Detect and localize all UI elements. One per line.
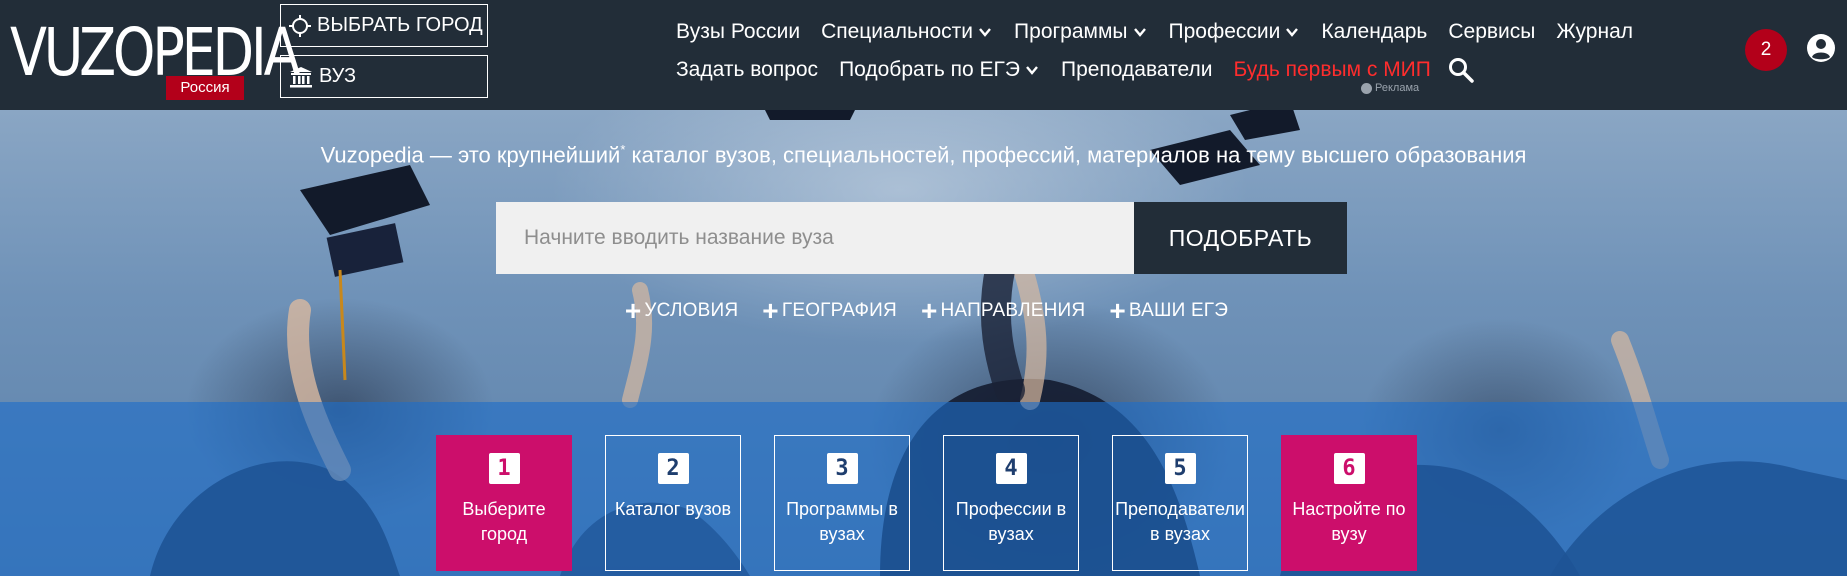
notification-badge[interactable]: 2: [1745, 29, 1787, 71]
plus-icon: +: [1109, 295, 1126, 326]
logo-text: VUZOPEDIA: [10, 14, 301, 91]
nav-ask-question[interactable]: Задать вопрос: [676, 58, 818, 82]
nav-label: Будь первым с МИП: [1233, 58, 1431, 81]
step-card-professions[interactable]: 4 Профессии в вузах: [943, 435, 1079, 571]
filter-geography[interactable]: + ГЕОГРАФИЯ: [762, 295, 897, 326]
site-header: VUZOPEDIA Россия ВЫБРАТЬ ГОРОД ВУЗ Вузы …: [0, 0, 1847, 110]
nav-universities[interactable]: Вузы России: [676, 20, 800, 44]
nav-services[interactable]: Сервисы: [1448, 20, 1535, 44]
filter-label: ГЕОГРАФИЯ: [781, 300, 897, 321]
step-card-teachers[interactable]: 5 Преподаватели в вузах: [1112, 435, 1248, 571]
ad-label-text: Реклама: [1375, 82, 1420, 94]
select-vuz-button[interactable]: ВУЗ: [280, 55, 488, 98]
nav-label: Преподаватели: [1060, 58, 1213, 81]
plus-icon: +: [762, 295, 779, 326]
hero-tagline: Vuzopedia — это крупнейший* каталог вузо…: [0, 142, 1847, 168]
crosshair-icon: [289, 14, 311, 37]
step-card-configure[interactable]: 6 Настройте по вузу: [1281, 435, 1417, 571]
tagline-main: Vuzopedia — это крупнейший: [320, 142, 621, 168]
nav-label: Программы: [1014, 20, 1128, 43]
chevron-down-icon: [979, 28, 991, 37]
filter-directions[interactable]: + НАПРАВЛЕНИЯ: [920, 295, 1086, 326]
step-label: Преподаватели в вузах: [1115, 499, 1245, 544]
select-vuz-label: ВУЗ: [319, 65, 357, 87]
nav-label: Задать вопрос: [676, 58, 819, 81]
nav-label: Специальности: [821, 20, 974, 43]
main-nav-row-1: Вузы России Специальности Программы Проф…: [676, 20, 1633, 44]
university-icon: [290, 66, 312, 87]
nav-calendar[interactable]: Календарь: [1321, 20, 1427, 44]
chevron-down-icon: [1286, 28, 1299, 37]
nav-label: Сервисы: [1448, 20, 1536, 43]
step-card-programs[interactable]: 3 Программы в вузах: [774, 435, 910, 571]
main-nav-row-2: Задать вопрос Подобрать по ЕГЭ Преподава…: [676, 58, 1431, 82]
logo-country-badge: Россия: [166, 76, 244, 100]
chevron-down-icon: [1026, 66, 1038, 75]
step-label: Каталог вузов: [614, 499, 732, 519]
step-number: 6: [1333, 453, 1365, 484]
nav-label: Профессии: [1168, 20, 1281, 43]
select-city-button[interactable]: ВЫБРАТЬ ГОРОД: [280, 4, 488, 47]
step-number: 3: [826, 453, 858, 484]
step-number: 4: [995, 453, 1027, 484]
chevron-down-icon: [1133, 28, 1146, 37]
search-filters: + УСЛОВИЯ + ГЕОГРАФИЯ + НАПРАВЛЕНИЯ + ВАШИ Е…: [0, 295, 1847, 326]
info-icon: [1361, 82, 1372, 94]
nav-label: Журнал: [1556, 20, 1634, 43]
tagline-rest: каталог вузов, специальностей, профессий…: [625, 142, 1527, 168]
nav-professions[interactable]: Профессии: [1169, 20, 1301, 44]
step-number: 2: [657, 453, 689, 484]
step-number: 1: [488, 453, 520, 484]
step-number: 5: [1164, 453, 1196, 484]
nav-teachers[interactable]: Преподаватели: [1061, 58, 1212, 82]
select-city-label: ВЫБРАТЬ ГОРОД: [317, 14, 483, 36]
nav-label: Подобрать по ЕГЭ: [839, 58, 1020, 81]
university-search-input[interactable]: [496, 202, 1136, 274]
plus-icon: +: [920, 295, 938, 326]
step-label: Программы в вузах: [786, 499, 898, 544]
filter-conditions[interactable]: + УСЛОВИЯ: [624, 295, 739, 326]
step-card-select-city[interactable]: 1 Выберите город: [436, 435, 572, 571]
nav-programs[interactable]: Программы: [1014, 20, 1147, 44]
filter-label: НАПРАВЛЕНИЯ: [940, 300, 1086, 321]
step-label: Профессии в вузах: [955, 499, 1067, 544]
search-submit-button[interactable]: ПОДОБРАТЬ: [1134, 202, 1347, 274]
filter-label: ВАШИ ЕГЭ: [1128, 300, 1229, 321]
user-icon[interactable]: [1806, 33, 1836, 63]
step-label: Настройте по вузу: [1292, 499, 1406, 544]
nav-specialties[interactable]: Специальности: [821, 20, 993, 44]
hero-section: Vuzopedia — это крупнейший* каталог вузо…: [0, 110, 1847, 576]
filter-ege[interactable]: + ВАШИ ЕГЭ: [1109, 295, 1229, 326]
nav-select-by-ege[interactable]: Подобрать по ЕГЭ: [839, 58, 1040, 82]
ad-label: Реклама: [1361, 82, 1419, 94]
site-logo[interactable]: VUZOPEDIA Россия: [10, 18, 301, 102]
step-card-catalog[interactable]: 2 Каталог вузов: [605, 435, 741, 571]
nav-journal[interactable]: Журнал: [1556, 20, 1633, 44]
step-label: Выберите город: [462, 499, 546, 544]
filter-label: УСЛОВИЯ: [644, 300, 739, 321]
nav-promo-mip[interactable]: Будь первым с МИП: [1233, 58, 1430, 82]
nav-label: Вузы России: [676, 20, 801, 43]
nav-label: Календарь: [1321, 20, 1428, 43]
plus-icon: +: [624, 295, 642, 326]
search-icon[interactable]: [1447, 56, 1475, 84]
steps-row: 1 Выберите город 2 Каталог вузов 3 Прогр…: [436, 435, 1417, 571]
